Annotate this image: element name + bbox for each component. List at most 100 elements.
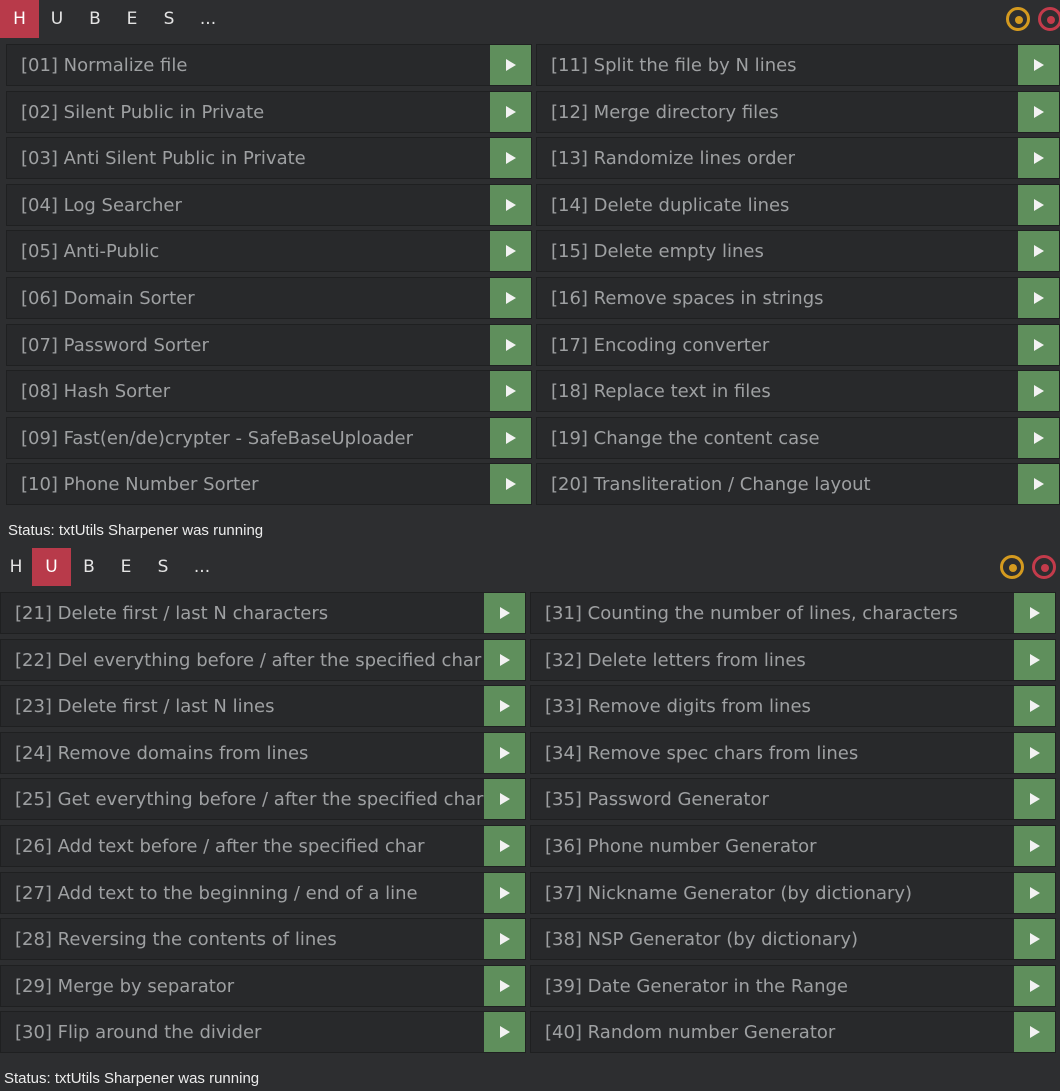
tab-u[interactable]: U [39,0,75,38]
tab-h[interactable]: H [0,548,32,586]
tool-label: [15] Delete empty lines [551,241,764,262]
run-button[interactable] [1014,873,1055,913]
play-icon [500,933,510,945]
run-button[interactable] [1014,640,1055,680]
play-icon [1030,700,1040,712]
tool-label: [01] Normalize file [21,55,188,76]
play-icon [506,432,516,444]
run-button[interactable] [490,278,531,318]
run-button[interactable] [490,464,531,504]
tool-label: [36] Phone number Generator [545,836,817,857]
tool-item: [20] Transliteration / Change layout [536,463,1060,505]
run-button[interactable] [484,966,525,1006]
tool-item: [11] Split the file by N lines [536,44,1060,86]
run-button[interactable] [1014,779,1055,819]
tool-item: [07] Password Sorter [6,324,532,366]
run-button[interactable] [1018,92,1059,132]
tab-e[interactable]: E [108,548,144,586]
tab-bar: H U B E S ... [0,548,1060,586]
tool-label: [13] Randomize lines order [551,148,796,169]
play-icon [500,887,510,899]
tool-label: [16] Remove spaces in strings [551,288,824,309]
play-icon [506,106,516,118]
tool-item: [05] Anti-Public [6,230,532,272]
run-button[interactable] [490,325,531,365]
run-button[interactable] [1014,1012,1055,1052]
tool-label: [32] Delete letters from lines [545,650,806,671]
run-button[interactable] [1018,371,1059,411]
run-button[interactable] [1018,185,1059,225]
tool-label: [03] Anti Silent Public in Private [21,148,306,169]
run-button[interactable] [1018,418,1059,458]
run-button[interactable] [1018,231,1059,271]
run-button[interactable] [490,45,531,85]
run-button[interactable] [484,1012,525,1052]
tab-b[interactable]: B [77,0,113,38]
tool-label: [31] Counting the number of lines, chara… [545,603,958,624]
run-button[interactable] [1018,464,1059,504]
run-button[interactable] [484,873,525,913]
run-button[interactable] [484,593,525,633]
run-button[interactable] [1014,966,1055,1006]
run-button[interactable] [1014,733,1055,773]
run-button[interactable] [490,231,531,271]
run-button[interactable] [484,779,525,819]
run-button[interactable] [484,640,525,680]
tool-item: [24] Remove domains from lines [0,732,526,774]
tool-label: [28] Reversing the contents of lines [15,929,337,950]
run-button[interactable] [490,92,531,132]
play-icon [1034,478,1044,490]
run-button[interactable] [1014,686,1055,726]
run-button[interactable] [490,138,531,178]
tab-e[interactable]: E [114,0,150,38]
tool-item: [13] Randomize lines order [536,137,1060,179]
play-icon [1034,199,1044,211]
run-button[interactable] [484,733,525,773]
tool-label: [14] Delete duplicate lines [551,195,790,216]
tool-item: [29] Merge by separator [0,965,526,1007]
play-icon [500,980,510,992]
tool-item: [31] Counting the number of lines, chara… [530,592,1056,634]
tab-u[interactable]: U [32,548,71,586]
close-icon[interactable] [1038,7,1060,31]
tab-more[interactable]: ... [190,0,226,38]
tool-label: [10] Phone Number Sorter [21,474,259,495]
run-button[interactable] [1018,138,1059,178]
run-button[interactable] [490,418,531,458]
tab-b[interactable]: B [71,548,107,586]
tool-label: [35] Password Generator [545,789,769,810]
run-button[interactable] [1018,325,1059,365]
tool-item: [06] Domain Sorter [6,277,532,319]
run-button[interactable] [490,371,531,411]
run-button[interactable] [1018,45,1059,85]
tool-label: [23] Delete first / last N lines [15,696,275,717]
tool-item: [34] Remove spec chars from lines [530,732,1056,774]
tool-label: [25] Get everything before / after the s… [15,789,484,810]
run-button[interactable] [490,185,531,225]
play-icon [1034,59,1044,71]
run-button[interactable] [484,919,525,959]
play-icon [500,793,510,805]
run-button[interactable] [484,686,525,726]
run-button[interactable] [1014,826,1055,866]
tool-item: [03] Anti Silent Public in Private [6,137,532,179]
play-icon [506,478,516,490]
tab-more[interactable]: ... [184,548,220,586]
run-button[interactable] [1014,593,1055,633]
run-button[interactable] [1014,919,1055,959]
tool-item: [37] Nickname Generator (by dictionary) [530,872,1056,914]
run-button[interactable] [484,826,525,866]
close-icon[interactable] [1032,555,1056,579]
tool-item: [04] Log Searcher [6,184,532,226]
tool-panel-1: H U B E S ... [01] Normalize file [02] Si… [0,0,1060,548]
minimize-icon[interactable] [1006,7,1030,31]
run-button[interactable] [1018,278,1059,318]
minimize-icon[interactable] [1000,555,1024,579]
tab-s[interactable]: S [145,548,181,586]
tool-item: [02] Silent Public in Private [6,91,532,133]
tool-item: [32] Delete letters from lines [530,639,1056,681]
tab-s[interactable]: S [151,0,187,38]
tool-label: [17] Encoding converter [551,335,770,356]
tab-h[interactable]: H [0,0,39,38]
play-icon [506,59,516,71]
